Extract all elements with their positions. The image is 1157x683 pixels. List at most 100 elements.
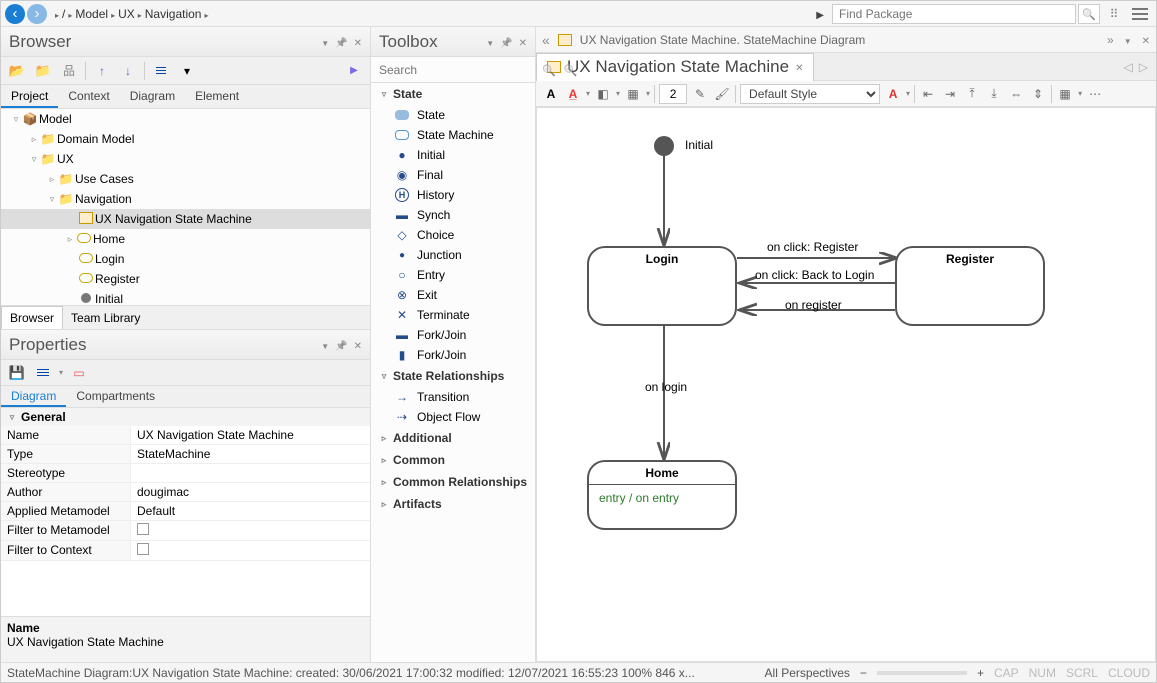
play-icon[interactable] [810, 7, 830, 21]
prop-metamodel[interactable]: Default [131, 502, 370, 520]
tab-browser[interactable]: Browser [1, 306, 63, 329]
diagram-canvas[interactable]: Initial Login Register Home entry / on e… [536, 107, 1156, 662]
menu-button[interactable] [1128, 3, 1152, 25]
move-up-button[interactable] [92, 61, 112, 81]
prop-type[interactable]: StateMachine [131, 445, 370, 463]
toolbox-section-artifacts[interactable]: Artifacts [371, 493, 535, 515]
tab-close-button[interactable] [795, 60, 803, 74]
tree-node-navigation[interactable]: Navigation [1, 189, 370, 209]
panel-dropdown-icon[interactable] [1124, 33, 1132, 47]
tool-choice[interactable]: Choice [371, 225, 535, 245]
align-top-button[interactable]: ⤒ [963, 84, 981, 104]
status-perspectives[interactable]: All Perspectives [765, 666, 850, 680]
tree-node-ux[interactable]: UX [1, 149, 370, 169]
state-home[interactable]: Home entry / on entry [587, 460, 737, 530]
tab-next[interactable]: ▷ [1139, 60, 1148, 74]
tree-node-initial[interactable]: Initial [1, 289, 370, 305]
close-icon[interactable] [354, 35, 362, 49]
close-icon[interactable] [519, 35, 527, 49]
tree-node-home[interactable]: Home [1, 229, 370, 249]
toolbox-search-input[interactable] [375, 63, 538, 77]
pencil-button[interactable]: ✎ [691, 84, 709, 104]
perspectives-button[interactable] [1102, 3, 1126, 25]
menu-dropdown[interactable]: ▾ [177, 61, 197, 81]
structure-button[interactable] [59, 61, 79, 81]
tab-project[interactable]: Project [1, 85, 58, 108]
same-width-button[interactable]: ⇔ [1007, 84, 1025, 104]
nav-forward-button[interactable] [27, 4, 47, 24]
project-tree[interactable]: Model Domain Model UX Use Cases Navigati… [1, 109, 370, 305]
tool-transition[interactable]: Transition [371, 387, 535, 407]
breadcrumb[interactable]: / Model UX Navigation [55, 7, 208, 21]
prop-author[interactable]: dougimac [131, 483, 370, 501]
initial-node[interactable] [654, 136, 674, 156]
tool-statemachine[interactable]: State Machine [371, 125, 535, 145]
tab-prev[interactable]: ◁ [1124, 60, 1133, 74]
tab-diagram[interactable]: Diagram [120, 85, 185, 108]
tool-exit[interactable]: Exit [371, 285, 535, 305]
diagram-tab-active[interactable]: UX Navigation State Machine [536, 53, 814, 81]
search-icon[interactable] [542, 63, 556, 77]
section-general[interactable]: General [1, 408, 370, 426]
tool-forkjoin-v[interactable]: Fork/Join [371, 345, 535, 365]
save-button[interactable] [7, 363, 27, 383]
pin-icon[interactable] [335, 338, 347, 352]
tree-node-diagram[interactable]: UX Navigation State Machine [1, 209, 370, 229]
tool-state[interactable]: State [371, 105, 535, 125]
tab-diagram-props[interactable]: Diagram [1, 386, 66, 407]
hamburger-button[interactable] [151, 61, 171, 81]
tab-context[interactable]: Context [58, 85, 119, 108]
search-icon[interactable] [564, 63, 578, 77]
align-left-button[interactable]: ⇤ [919, 84, 937, 104]
pin-icon[interactable] [500, 35, 512, 49]
line-color-button[interactable]: ◧ [594, 84, 612, 104]
panel-dropdown-icon[interactable] [321, 338, 329, 352]
tool-terminate[interactable]: Terminate [371, 305, 535, 325]
close-icon[interactable] [354, 338, 362, 352]
brush-button[interactable]: 🖌 [713, 84, 731, 104]
tool-synch[interactable]: Synch [371, 205, 535, 225]
tool-junction[interactable]: Junction [371, 245, 535, 265]
tool-forkjoin-h[interactable]: Fork/Join [371, 325, 535, 345]
prop-stereotype[interactable] [131, 464, 370, 482]
toolbox-section-commonrel[interactable]: Common Relationships [371, 471, 535, 493]
nav-back-button[interactable] [5, 4, 25, 24]
more-button[interactable]: ⋯ [1086, 84, 1104, 104]
properties-grid[interactable]: General NameUX Navigation State Machine … [1, 408, 370, 616]
zoom-out[interactable]: − [860, 666, 867, 680]
font-color-button[interactable]: A [542, 84, 560, 104]
tree-node-login[interactable]: Login [1, 249, 370, 269]
open-folder-button[interactable] [33, 61, 53, 81]
panel-dropdown-icon[interactable] [321, 35, 329, 49]
prop-name[interactable]: UX Navigation State Machine [131, 426, 370, 444]
new-element-button[interactable] [69, 363, 89, 383]
new-folder-button[interactable] [7, 61, 27, 81]
line-width-input[interactable] [659, 84, 687, 104]
zoom-in[interactable]: + [977, 666, 984, 680]
run-button[interactable] [344, 61, 364, 81]
tree-node-model[interactable]: Model [1, 109, 370, 129]
toolbox-section-additional[interactable]: Additional [371, 427, 535, 449]
menu-button[interactable] [33, 363, 53, 383]
zoom-slider[interactable] [877, 671, 967, 675]
diagram-forward-button[interactable] [1107, 33, 1114, 47]
align-bottom-button[interactable]: ⤓ [985, 84, 1003, 104]
prop-filter-context[interactable] [131, 541, 370, 560]
fill-color-button[interactable]: A̲ [564, 84, 582, 104]
tree-node-register[interactable]: Register [1, 269, 370, 289]
layout-button[interactable]: ▦ [1056, 84, 1074, 104]
tool-objectflow[interactable]: Object Flow [371, 407, 535, 427]
toolbox-section-relationships[interactable]: State Relationships [371, 365, 535, 387]
prop-filter-metamodel[interactable] [131, 521, 370, 540]
tab-element[interactable]: Element [185, 85, 249, 108]
tree-node-usecases[interactable]: Use Cases [1, 169, 370, 189]
same-height-button[interactable]: ⇕ [1029, 84, 1047, 104]
tool-history[interactable]: History [371, 185, 535, 205]
border-color-button[interactable]: ▦ [624, 84, 642, 104]
style-select[interactable]: Default Style [740, 84, 880, 104]
close-icon[interactable] [1142, 33, 1150, 47]
find-package-input[interactable] [832, 4, 1076, 24]
panel-dropdown-icon[interactable] [486, 35, 494, 49]
tool-initial[interactable]: Initial [371, 145, 535, 165]
tool-final[interactable]: Final [371, 165, 535, 185]
